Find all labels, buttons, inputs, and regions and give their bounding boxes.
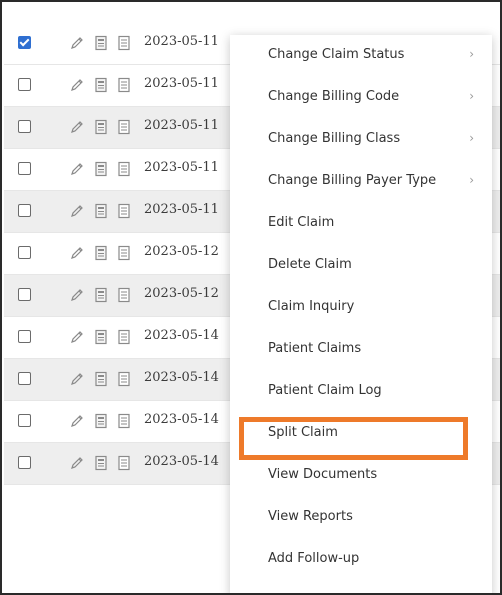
document-icon[interactable] bbox=[94, 413, 108, 429]
pencil-icon[interactable] bbox=[70, 119, 84, 135]
document-lines-icon[interactable] bbox=[117, 413, 131, 429]
document-lines-icon[interactable] bbox=[117, 287, 131, 303]
claims-window: 2023-05-11 2023-05-11 2023-05-11 2023-05-11… bbox=[0, 0, 502, 595]
menu-item-view-reports[interactable]: View Reports bbox=[230, 497, 492, 539]
row-checkbox[interactable] bbox=[18, 162, 31, 175]
row-checkbox[interactable] bbox=[18, 288, 31, 301]
menu-item-label: Change Billing Code bbox=[268, 89, 400, 104]
document-icon[interactable] bbox=[94, 161, 108, 177]
menu-item-label: Patient Claim Log bbox=[268, 383, 382, 398]
claim-date: 2023-05-11 bbox=[144, 76, 219, 91]
row-checkbox[interactable] bbox=[18, 78, 31, 91]
claim-date: 2023-05-11 bbox=[144, 160, 219, 175]
document-icon[interactable] bbox=[94, 77, 108, 93]
row-checkbox[interactable] bbox=[18, 456, 31, 469]
menu-item-label: Split Claim bbox=[268, 425, 338, 440]
claim-date: 2023-05-12 bbox=[144, 286, 219, 301]
claim-date: 2023-05-11 bbox=[144, 34, 219, 49]
document-lines-icon[interactable] bbox=[117, 119, 131, 135]
claim-date: 2023-05-12 bbox=[144, 244, 219, 259]
menu-item-add-follow-up[interactable]: Add Follow-up bbox=[230, 539, 492, 581]
claim-date: 2023-05-11 bbox=[144, 202, 219, 217]
menu-item-change-claim-status[interactable]: Change Claim Status › bbox=[230, 35, 492, 77]
document-icon[interactable] bbox=[94, 455, 108, 471]
document-lines-icon[interactable] bbox=[117, 329, 131, 345]
claim-date: 2023-05-14 bbox=[144, 412, 219, 427]
document-icon[interactable] bbox=[94, 245, 108, 261]
pencil-icon[interactable] bbox=[70, 161, 84, 177]
menu-item-label: Change Billing Payer Type bbox=[268, 173, 437, 188]
document-lines-icon[interactable] bbox=[117, 371, 131, 387]
claim-date: 2023-05-11 bbox=[144, 118, 219, 133]
document-icon[interactable] bbox=[94, 371, 108, 387]
pencil-icon[interactable] bbox=[70, 413, 84, 429]
menu-item-split-claim[interactable]: Split Claim bbox=[230, 413, 492, 455]
row-checkbox[interactable] bbox=[18, 246, 31, 259]
chevron-right-icon: › bbox=[469, 47, 474, 61]
menu-item-patient-claim-log[interactable]: Patient Claim Log bbox=[230, 371, 492, 413]
pencil-icon[interactable] bbox=[70, 203, 84, 219]
menu-item-label: View Reports bbox=[268, 509, 353, 524]
claim-date: 2023-05-14 bbox=[144, 328, 219, 343]
menu-item-view-documents[interactable]: View Documents bbox=[230, 455, 492, 497]
menu-item-patient-claims[interactable]: Patient Claims bbox=[230, 329, 492, 371]
pencil-icon[interactable] bbox=[70, 287, 84, 303]
menu-item-change-billing-payer-type[interactable]: Change Billing Payer Type › bbox=[230, 161, 492, 203]
menu-item-claim-inquiry[interactable]: Claim Inquiry bbox=[230, 287, 492, 329]
document-lines-icon[interactable] bbox=[117, 203, 131, 219]
chevron-right-icon: › bbox=[469, 173, 474, 187]
row-checkbox[interactable] bbox=[18, 120, 31, 133]
menu-item-label: Change Claim Status bbox=[268, 47, 405, 62]
pencil-icon[interactable] bbox=[70, 455, 84, 471]
document-lines-icon[interactable] bbox=[117, 35, 131, 51]
document-icon[interactable] bbox=[94, 119, 108, 135]
chevron-right-icon: › bbox=[469, 131, 474, 145]
claim-date: 2023-05-14 bbox=[144, 454, 219, 469]
document-lines-icon[interactable] bbox=[117, 161, 131, 177]
context-menu: Change Claim Status › Change Billing Code ›… bbox=[230, 35, 492, 593]
row-checkbox[interactable] bbox=[18, 372, 31, 385]
menu-item-label: Edit Claim bbox=[268, 215, 335, 230]
document-icon[interactable] bbox=[94, 203, 108, 219]
row-checkbox[interactable] bbox=[18, 204, 31, 217]
menu-item-label: Claim Inquiry bbox=[268, 299, 355, 314]
menu-item-change-billing-class[interactable]: Change Billing Class › bbox=[230, 119, 492, 161]
pencil-icon[interactable] bbox=[70, 35, 84, 51]
document-lines-icon[interactable] bbox=[117, 77, 131, 93]
document-lines-icon[interactable] bbox=[117, 245, 131, 261]
row-checkbox[interactable] bbox=[18, 330, 31, 343]
pencil-icon[interactable] bbox=[70, 329, 84, 345]
menu-item-label: View Documents bbox=[268, 467, 378, 482]
pencil-icon[interactable] bbox=[70, 245, 84, 261]
document-icon[interactable] bbox=[94, 35, 108, 51]
menu-item-label: Delete Claim bbox=[268, 257, 352, 272]
claim-date: 2023-05-14 bbox=[144, 370, 219, 385]
menu-item-label: Change Billing Class bbox=[268, 131, 401, 146]
menu-item-label: Add Follow-up bbox=[268, 551, 360, 566]
document-icon[interactable] bbox=[94, 329, 108, 345]
document-lines-icon[interactable] bbox=[117, 455, 131, 471]
document-icon[interactable] bbox=[94, 287, 108, 303]
menu-item-label: Patient Claims bbox=[268, 341, 362, 356]
menu-item-edit-claim[interactable]: Edit Claim bbox=[230, 203, 492, 245]
pencil-icon[interactable] bbox=[70, 77, 84, 93]
row-checkbox[interactable] bbox=[18, 36, 31, 49]
row-checkbox[interactable] bbox=[18, 414, 31, 427]
menu-item-delete-claim[interactable]: Delete Claim bbox=[230, 245, 492, 287]
menu-item-change-billing-code[interactable]: Change Billing Code › bbox=[230, 77, 492, 119]
chevron-right-icon: › bbox=[469, 89, 474, 103]
pencil-icon[interactable] bbox=[70, 371, 84, 387]
